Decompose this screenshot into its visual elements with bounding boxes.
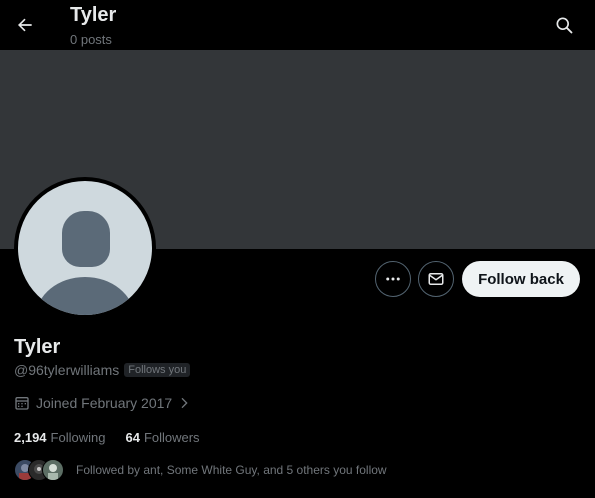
following-count: 2,194 [14, 430, 47, 445]
handle-row: @96tylerwilliams Follows you [14, 362, 191, 378]
post-count: 0 posts [70, 32, 112, 47]
top-bar: Tyler 0 posts [0, 0, 595, 50]
header-title: Tyler [70, 4, 117, 26]
joined-text: Joined February 2017 [36, 395, 173, 411]
search-icon [556, 17, 573, 34]
calendar-icon [15, 397, 29, 410]
follows-you-badge: Follows you [124, 363, 191, 377]
follower-avatar [42, 459, 64, 481]
profile-handle: @96tylerwilliams [14, 362, 120, 378]
follow-back-button[interactable]: Follow back [462, 261, 580, 297]
followed-by-link[interactable]: Followed by ant, Some White Guy, and 5 o… [14, 459, 387, 481]
envelope-icon [428, 273, 444, 285]
follow-stats: 2,194 Following 64 Followers [14, 430, 220, 445]
arrow-left-icon [18, 18, 32, 32]
profile-name: Tyler [14, 336, 61, 358]
followers-count: 64 [125, 430, 140, 445]
more-options-button[interactable] [375, 261, 411, 297]
chevron-right-icon [181, 397, 188, 409]
followers-label: Followers [143, 430, 200, 445]
profile-avatar[interactable] [14, 177, 156, 319]
more-horizontal-icon [386, 277, 400, 281]
search-button[interactable] [547, 8, 581, 42]
following-label: Following [50, 430, 106, 445]
following-link[interactable]: 2,194 Following [14, 430, 105, 445]
back-button[interactable] [8, 8, 42, 42]
default-avatar-icon [18, 181, 152, 315]
joined-date-link[interactable]: Joined February 2017 [14, 395, 198, 411]
followers-link[interactable]: 64 Followers [125, 430, 199, 445]
followed-by-text: Followed by ant, Some White Guy, and 5 o… [76, 463, 387, 477]
message-button[interactable] [418, 261, 454, 297]
